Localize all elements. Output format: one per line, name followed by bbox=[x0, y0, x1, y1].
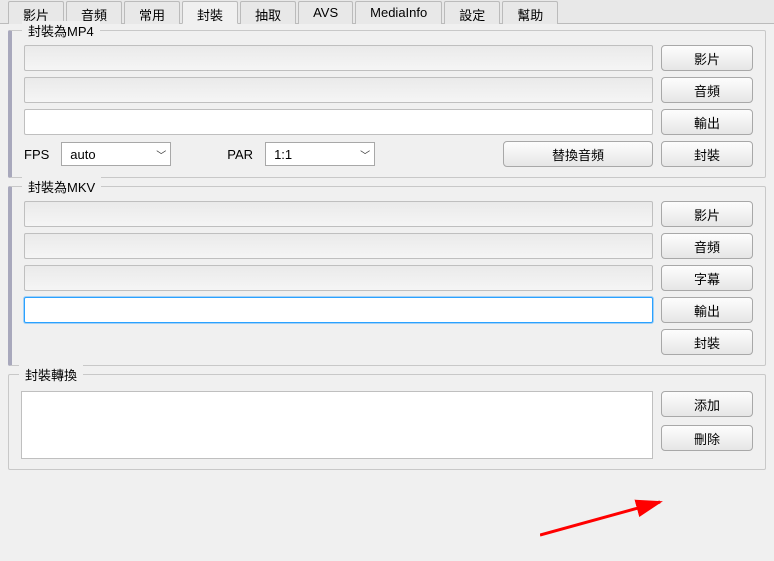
mkv-video-button[interactable]: 影片 bbox=[661, 201, 753, 227]
tab-settings[interactable]: 設定 bbox=[444, 1, 500, 24]
par-value: 1:1 bbox=[274, 147, 292, 162]
mkv-audio-input[interactable] bbox=[24, 233, 653, 259]
chevron-down-icon: ﹀ bbox=[156, 147, 166, 162]
chevron-down-icon: ﹀ bbox=[360, 147, 370, 162]
mkv-mux-button[interactable]: 封裝 bbox=[661, 329, 753, 355]
fps-combo[interactable]: auto ﹀ bbox=[61, 142, 171, 166]
mp4-output-button[interactable]: 輸出 bbox=[661, 109, 753, 135]
tab-extract[interactable]: 抽取 bbox=[240, 1, 296, 24]
mkv-audio-button[interactable]: 音頻 bbox=[661, 233, 753, 259]
group-title-convert: 封裝轉換 bbox=[19, 365, 83, 384]
fps-value: auto bbox=[70, 147, 95, 162]
mp4-output-input[interactable] bbox=[24, 109, 653, 135]
group-title-mp4: 封裝為MP4 bbox=[22, 21, 100, 40]
par-combo[interactable]: 1:1 ﹀ bbox=[265, 142, 375, 166]
tab-help[interactable]: 幫助 bbox=[502, 1, 558, 24]
mp4-mux-button[interactable]: 封裝 bbox=[661, 141, 753, 167]
replace-audio-button[interactable]: 替換音頻 bbox=[503, 141, 653, 167]
convert-add-button[interactable]: 添加 bbox=[661, 391, 753, 417]
tab-avs[interactable]: AVS bbox=[298, 1, 353, 24]
mp4-video-input[interactable] bbox=[24, 45, 653, 71]
tab-mediainfo[interactable]: MediaInfo bbox=[355, 1, 442, 24]
mkv-video-input[interactable] bbox=[24, 201, 653, 227]
convert-delete-button[interactable]: 刪除 bbox=[661, 425, 753, 451]
fps-label: FPS bbox=[24, 147, 53, 162]
mp4-video-button[interactable]: 影片 bbox=[661, 45, 753, 71]
mkv-output-input[interactable] bbox=[24, 297, 653, 323]
mkv-subtitle-input[interactable] bbox=[24, 265, 653, 291]
mp4-audio-button[interactable]: 音頻 bbox=[661, 77, 753, 103]
convert-listbox[interactable] bbox=[21, 391, 653, 459]
par-label: PAR bbox=[227, 147, 257, 162]
group-title-mkv: 封裝為MKV bbox=[22, 177, 101, 196]
mkv-subtitle-button[interactable]: 字幕 bbox=[661, 265, 753, 291]
tab-bar: 影片 音頻 常用 封裝 抽取 AVS MediaInfo 設定 幫助 bbox=[0, 0, 774, 24]
mkv-output-button[interactable]: 輸出 bbox=[661, 297, 753, 323]
group-mux-convert: 封裝轉換 添加 刪除 bbox=[8, 374, 766, 470]
group-mux-mp4: 封裝為MP4 影片 音頻 輸出 FPS auto ﹀ PAR 1:1 ﹀ bbox=[8, 30, 766, 178]
tab-mux[interactable]: 封裝 bbox=[182, 1, 238, 24]
mp4-audio-input[interactable] bbox=[24, 77, 653, 103]
group-mux-mkv: 封裝為MKV 影片 音頻 字幕 輸出 封裝 bbox=[8, 186, 766, 366]
tab-common[interactable]: 常用 bbox=[124, 1, 180, 24]
annotation-arrow-icon bbox=[540, 490, 690, 540]
